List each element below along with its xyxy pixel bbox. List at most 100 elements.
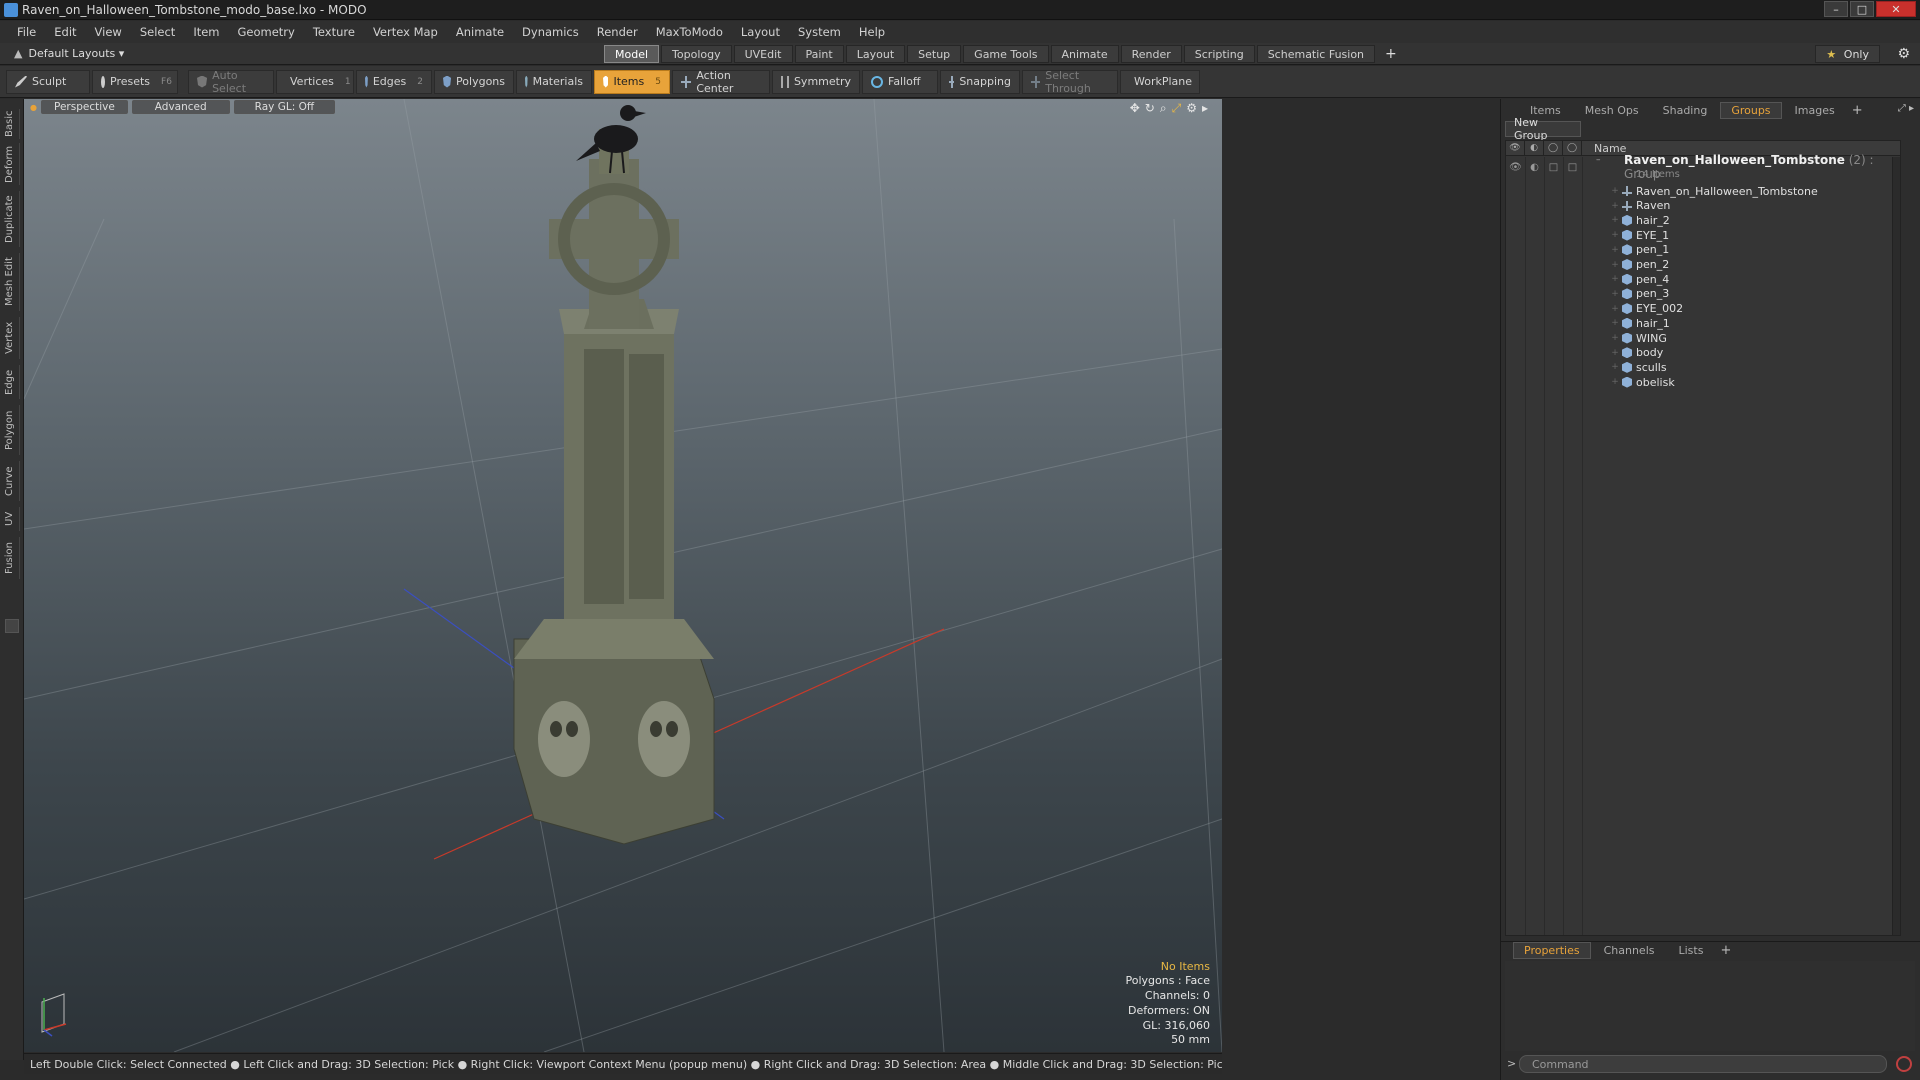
expand-icon[interactable]: + — [1610, 362, 1620, 372]
tab-mesh-ops[interactable]: Mesh Ops — [1574, 102, 1650, 119]
menu-geometry[interactable]: Geometry — [229, 25, 304, 39]
only-toggle-button[interactable]: ★ Only — [1815, 45, 1880, 63]
menu-help[interactable]: Help — [850, 25, 894, 39]
tab-shading[interactable]: Shading — [1652, 102, 1719, 119]
edges-button[interactable]: Edges 2 — [356, 69, 432, 94]
expand-icon[interactable]: + — [1610, 274, 1620, 284]
tab-game-tools[interactable]: Game Tools — [963, 45, 1049, 63]
menu-animate[interactable]: Animate — [447, 25, 513, 39]
expand-icon[interactable]: + — [1610, 289, 1620, 299]
menu-layout[interactable]: Layout — [732, 25, 789, 39]
menu-item[interactable]: Item — [184, 25, 228, 39]
command-history-arrow[interactable]: > — [1507, 1057, 1516, 1070]
menu-edit[interactable]: Edit — [45, 25, 85, 39]
action-center-button[interactable]: Action Center — [672, 69, 770, 95]
group-render-toggle[interactable]: ◐ — [1525, 159, 1544, 175]
left-tab-fusion[interactable]: Fusion — [4, 537, 20, 579]
expand-icon[interactable]: + — [1610, 260, 1620, 270]
tab-uvedit[interactable]: UVEdit — [733, 45, 793, 63]
command-stop-icon[interactable] — [1896, 1056, 1912, 1072]
polygons-button[interactable]: Polygons — [434, 69, 514, 94]
expand-icon[interactable]: + — [1610, 377, 1620, 387]
expand-icon[interactable]: + — [1610, 215, 1620, 225]
expand-icon[interactable]: + — [1610, 186, 1620, 196]
group-visibility-toggle[interactable]: 👁 — [1506, 159, 1525, 175]
expand-icon[interactable]: + — [1610, 318, 1620, 328]
expand-icon[interactable]: + — [1610, 304, 1620, 314]
left-tab-mesh-edit[interactable]: Mesh Edit — [4, 253, 20, 311]
left-tab-polygon[interactable]: Polygon — [4, 405, 20, 455]
menu-view[interactable]: View — [86, 25, 131, 39]
tab-schematic-fusion[interactable]: Schematic Fusion — [1256, 45, 1376, 63]
render-column-icon[interactable]: ◐ — [1525, 140, 1544, 156]
left-tab-vertex[interactable]: Vertex — [4, 317, 20, 359]
close-button[interactable]: ✕ — [1876, 1, 1916, 17]
tab-scripting[interactable]: Scripting — [1183, 45, 1255, 63]
add-bottom-tab-button[interactable]: + — [1720, 943, 1731, 958]
command-input[interactable]: Command — [1519, 1055, 1887, 1073]
lock-column-icon[interactable]: ◯ — [1544, 140, 1563, 156]
expand-icon[interactable]: + — [1610, 230, 1620, 240]
expand-icon[interactable]: + — [1610, 201, 1620, 211]
tab-setup[interactable]: Setup — [907, 45, 962, 63]
viewport-menu-dot-icon[interactable]: ● — [30, 103, 37, 112]
items-button[interactable]: Items 5 — [594, 69, 670, 94]
expand-panel-icon[interactable]: ⤢ ▸ — [1898, 103, 1914, 114]
tab-layout[interactable]: Layout — [845, 45, 906, 63]
tab-render[interactable]: Render — [1120, 45, 1182, 63]
falloff-button[interactable]: Falloff — [862, 69, 938, 94]
collapse-icon[interactable]: – — [1596, 155, 1601, 165]
groups-scrollbar[interactable] — [1892, 157, 1900, 935]
materials-button[interactable]: Materials — [516, 69, 592, 94]
new-group-button[interactable]: New Group — [1505, 116, 1581, 142]
perspective-dropdown[interactable]: Perspective — [40, 100, 128, 114]
tab-channels[interactable]: Channels — [1593, 942, 1666, 959]
left-tab-duplicate[interactable]: Duplicate — [4, 191, 20, 247]
vertices-button[interactable]: Vertices 1 — [276, 69, 354, 94]
tab-animate[interactable]: Animate — [1050, 45, 1119, 63]
menu-select[interactable]: Select — [131, 25, 184, 39]
tab-groups[interactable]: Groups — [1720, 101, 1782, 119]
menu-maxtomodo[interactable]: MaxToModo — [647, 25, 732, 39]
select-column-icon[interactable]: ◯ — [1563, 140, 1582, 156]
move-view-icon[interactable]: ✥ — [1130, 101, 1140, 116]
left-tab-curve[interactable]: Curve — [4, 461, 20, 501]
menu-file[interactable]: File — [8, 25, 45, 39]
presets-button[interactable]: Presets F6 — [92, 69, 178, 94]
menu-system[interactable]: System — [789, 25, 850, 39]
left-tab-edge[interactable]: Edge — [4, 365, 20, 399]
tab-images[interactable]: Images — [1784, 102, 1846, 119]
fit-view-icon[interactable]: ⤢ — [1172, 101, 1182, 116]
gear-icon[interactable]: ⚙ — [1897, 46, 1910, 62]
left-tab-uv[interactable]: UV — [4, 507, 20, 531]
viewport-more-icon[interactable]: ▸ — [1202, 101, 1208, 116]
name-column-header[interactable]: Name — [1582, 142, 1626, 155]
expand-icon[interactable]: + — [1610, 333, 1620, 343]
tab-model[interactable]: Model — [604, 45, 660, 63]
shading-dropdown[interactable]: Advanced — [131, 100, 230, 114]
menu-texture[interactable]: Texture — [304, 25, 364, 39]
tab-paint[interactable]: Paint — [794, 45, 844, 63]
maximize-button[interactable]: □ — [1850, 1, 1874, 17]
symmetry-button[interactable]: Symmetry — [772, 69, 860, 94]
group-select-toggle[interactable]: □ — [1563, 159, 1582, 175]
menu-vertex-map[interactable]: Vertex Map — [364, 25, 447, 39]
tab-lists[interactable]: Lists — [1668, 942, 1715, 959]
list-item[interactable]: + obelisk — [1506, 373, 1900, 391]
viewport-settings-icon[interactable]: ⚙ — [1186, 101, 1197, 116]
menu-dynamics[interactable]: Dynamics — [513, 25, 588, 39]
minimize-button[interactable]: – — [1824, 1, 1848, 17]
3d-viewport[interactable]: ● Perspective Advanced Ray GL: Off ✥ ↻ ⌕… — [24, 99, 1222, 1052]
left-tab-deform[interactable]: Deform — [4, 143, 20, 185]
add-layout-tab-button[interactable]: + — [1377, 45, 1405, 63]
add-panel-tab-button[interactable]: + — [1852, 103, 1863, 118]
auto-select-button[interactable]: Auto Select — [188, 69, 274, 95]
left-panel-toggle[interactable] — [5, 619, 19, 633]
left-tab-basic[interactable]: Basic — [4, 109, 20, 139]
snapping-button[interactable]: Snapping — [940, 69, 1020, 94]
expand-icon[interactable]: + — [1610, 348, 1620, 358]
group-lock-toggle[interactable]: □ — [1544, 159, 1563, 175]
tab-topology[interactable]: Topology — [661, 45, 732, 63]
raygl-toggle[interactable]: Ray GL: Off — [233, 100, 336, 114]
select-through-button[interactable]: Select Through — [1022, 69, 1118, 95]
